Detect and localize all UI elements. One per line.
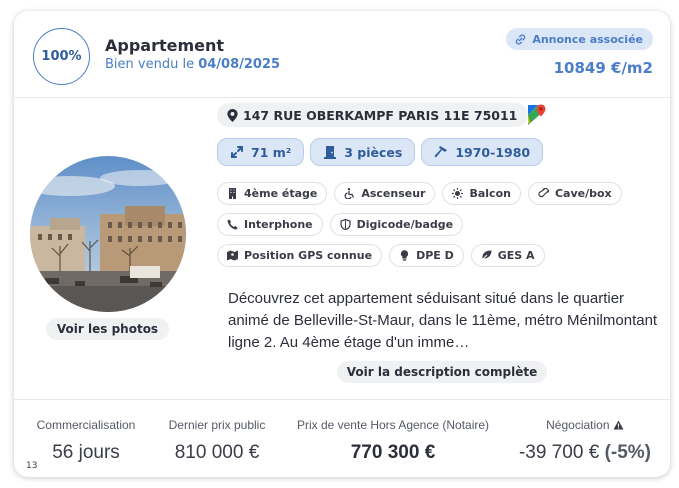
linked-listing-label: Annonce associée <box>532 32 643 46</box>
bulb-icon <box>400 250 409 261</box>
feature-dpe: DPE D <box>389 244 464 267</box>
feature-intercom-label: Interphone <box>244 218 313 231</box>
street-photo-image <box>30 156 186 312</box>
phone-icon <box>227 219 238 230</box>
linked-listing-badge[interactable]: Annonce associée <box>506 28 653 50</box>
stat-sale-price: Prix de vente Hors Agence (Notaire) 770 … <box>289 418 497 464</box>
feature-gps-label: Position GPS connue <box>244 249 373 262</box>
expand-arrows-icon <box>231 146 243 158</box>
address-text: 147 RUE OBERKAMPF PARIS 11E 75011 <box>243 107 518 123</box>
surface-chip: 71 m² <box>217 138 305 166</box>
google-maps-icon[interactable] <box>525 103 547 125</box>
feature-ges: GES A <box>470 244 545 267</box>
building-icon <box>229 188 236 199</box>
feature-gps: Position GPS connue <box>217 244 383 267</box>
warning-icon[interactable] <box>613 420 624 430</box>
stat-negotiation-label-row: Négociation <box>510 418 660 432</box>
construction-period-label: 1970-1980 <box>455 144 531 160</box>
stat-negotiation-value: -39 700 € <box>518 442 600 463</box>
stat-last-public-price-label: Dernier prix public <box>168 418 266 432</box>
stat-commercialisation: Commercialisation 56 jours <box>27 418 145 464</box>
footnote-number: 13 <box>26 461 38 471</box>
price-per-m2: 10849 €/m2 <box>553 59 653 77</box>
link-icon <box>516 33 526 45</box>
card-header: 100% Appartement Bien vendu le 04/08/202… <box>14 11 670 97</box>
feature-intercom: Interphone <box>217 213 323 236</box>
wheelchair-icon <box>344 188 355 199</box>
stat-negotiation-label: Négociation <box>546 418 610 432</box>
feature-cellar-label: Cave/box <box>554 187 612 200</box>
property-type-title: Appartement <box>105 36 225 55</box>
stat-last-public-price-value: 810 000 € <box>174 442 260 463</box>
view-photos-button[interactable]: Voir les photos <box>46 318 169 340</box>
hammer-icon <box>434 146 448 158</box>
feature-balcony-label: Balcon <box>469 187 511 200</box>
feature-digicode: Digicode/badge <box>329 213 464 236</box>
feature-chips: 4ème étage Ascenseur Balcon Cave/box Int… <box>217 182 627 267</box>
feature-elevator: Ascenseur <box>334 182 436 205</box>
feature-elevator-label: Ascenseur <box>361 187 426 200</box>
feature-ges-label: GES A <box>497 249 535 262</box>
property-card: 100% Appartement Bien vendu le 04/08/202… <box>14 11 670 477</box>
feature-cellar: Cave/box <box>527 182 622 205</box>
sun-icon <box>452 188 464 199</box>
stat-last-public-price: Dernier prix public 810 000 € <box>159 418 275 464</box>
feature-floor: 4ème étage <box>217 182 328 205</box>
stat-negotiation-percent: (-5%) <box>604 442 652 463</box>
sold-prefix: Bien vendu le <box>105 57 199 72</box>
surface-label: 71 m² <box>251 144 292 160</box>
score-badge: 100% <box>33 28 90 85</box>
feature-dpe-label: DPE D <box>416 249 454 262</box>
property-description: Découvrez cet appartement séduisant situ… <box>228 290 658 351</box>
map-marker-icon <box>227 250 238 261</box>
rooms-chip: 3 pièces <box>310 138 416 166</box>
main-characteristics: 71 m² 3 pièces 1970-1980 <box>217 138 544 166</box>
view-full-description-button[interactable]: Voir la description complète <box>337 361 547 383</box>
bottle-icon <box>538 188 549 198</box>
stat-commercialisation-value: 56 jours <box>52 442 120 463</box>
stats-divider <box>14 399 670 400</box>
stat-sale-price-label: Prix de vente Hors Agence (Notaire) <box>296 418 490 432</box>
feature-floor-label: 4ème étage <box>244 187 318 200</box>
feature-digicode-label: Digicode/badge <box>356 218 454 231</box>
shield-icon <box>340 219 351 230</box>
door-icon <box>324 146 337 159</box>
property-photo[interactable] <box>30 156 186 312</box>
sold-date-line: Bien vendu le 04/08/2025 <box>105 57 280 72</box>
rooms-label: 3 pièces <box>344 144 403 160</box>
sold-date: 04/08/2025 <box>198 57 281 72</box>
construction-period-chip: 1970-1980 <box>421 138 544 166</box>
stat-sale-price-value: 770 300 € <box>350 442 436 463</box>
feature-balcony: Balcon <box>442 182 521 205</box>
stat-negotiation-value-row: -39 700 € (-5%) <box>510 442 660 464</box>
stat-negotiation: Négociation -39 700 € (-5%) <box>510 418 660 464</box>
address-chip: 147 RUE OBERKAMPF PARIS 11E 75011 <box>217 103 529 127</box>
header-divider <box>14 97 670 98</box>
stat-commercialisation-label: Commercialisation <box>36 418 136 432</box>
location-pin-icon <box>227 108 238 122</box>
leaf-icon <box>480 250 492 261</box>
